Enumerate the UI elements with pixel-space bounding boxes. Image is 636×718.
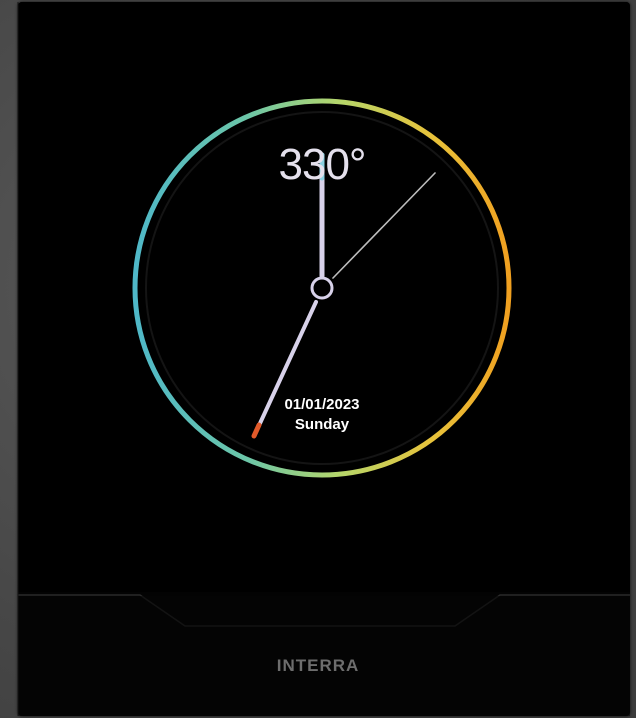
temperature-value: 33 (278, 140, 326, 189)
clock-face (17, 2, 630, 716)
brand-logo: INTERRA (276, 656, 360, 675)
day-label: Sunday (294, 416, 350, 433)
center-pivot (310, 276, 334, 300)
temperature-readout: 330° (232, 140, 412, 190)
date-label: 01/01/2023 (284, 396, 360, 413)
current-temperature-hand-tip (251, 422, 262, 439)
temperature-tail: 0° (325, 140, 366, 189)
